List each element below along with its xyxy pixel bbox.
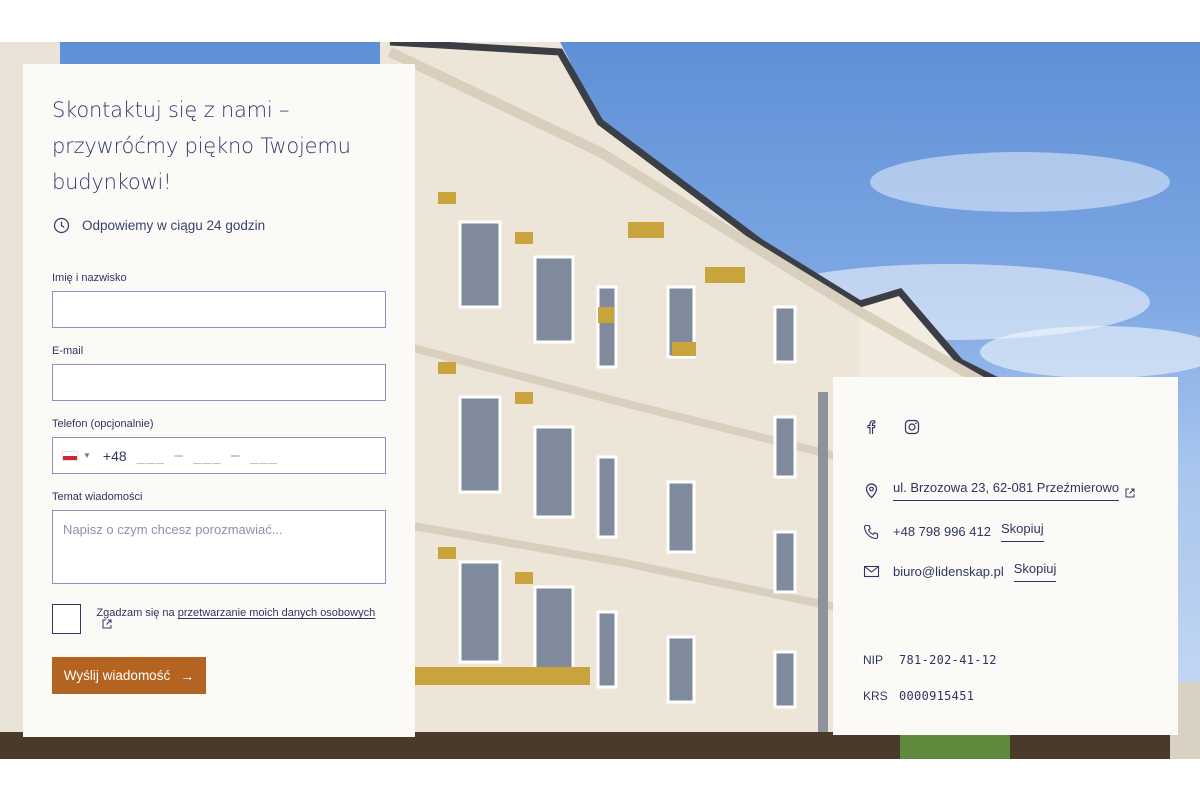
- email-address: biuro@lidenskap.pl: [893, 564, 1004, 579]
- nip-label: NIP: [863, 653, 884, 667]
- consent-prefix: Zgadzam się na: [96, 607, 175, 619]
- chevron-down-icon[interactable]: ▼: [83, 451, 91, 460]
- phone-number: +48 798 996 412: [893, 524, 991, 539]
- company-info-card: ul. Brzozowa 23, 62-081 Przeźmierowo +48…: [833, 377, 1178, 735]
- phone-dial-code: +48: [102, 447, 127, 464]
- response-time-text: Odpowiemy w ciągu 24 godzin: [82, 217, 266, 233]
- message-textarea[interactable]: Napisz o czym chcesz porozmawiać...: [52, 510, 386, 584]
- send-message-button[interactable]: Wyślij wiadomość →: [52, 657, 206, 694]
- phone-icon: [863, 523, 880, 540]
- phone-field[interactable]: ▼ +48 ___ – ___ – ___: [52, 437, 386, 474]
- external-link-icon: [102, 619, 112, 629]
- form-title: Skontaktuj się z nami – przywróćmy piękn…: [52, 98, 351, 194]
- copy-email-button[interactable]: Skopiuj: [1013, 561, 1057, 582]
- krs-value: 0000915451: [899, 689, 975, 703]
- privacy-policy-link[interactable]: przetwarzanie moich danych osobowych: [178, 607, 376, 619]
- response-time: Odpowiemy w ciągu 24 godzin: [52, 214, 385, 236]
- phone-label: Telefon (opcjonalnie): [52, 418, 154, 430]
- consent-text: Zgadzam się na przetwarzanie moich danyc…: [96, 607, 385, 631]
- consent-row: Zgadzam się na przetwarzanie moich danyc…: [52, 604, 385, 634]
- phone-row: +48 798 996 412 Skopiuj: [863, 521, 1044, 542]
- krs-label: KRS: [863, 689, 888, 703]
- name-field[interactable]: [52, 291, 386, 328]
- clock-icon: [53, 217, 70, 234]
- email-row: biuro@lidenskap.pl Skopiuj: [863, 561, 1057, 582]
- copy-phone-button[interactable]: Skopiuj: [1000, 521, 1044, 542]
- contact-form-card: Skontaktuj się z nami – przywróćmy piękn…: [23, 64, 415, 737]
- map-pin-icon: [863, 482, 880, 499]
- consent-checkbox[interactable]: [52, 604, 82, 634]
- social-links: [864, 419, 920, 435]
- arrow-right-icon: →: [180, 667, 195, 684]
- name-label: Imię i nazwisko: [52, 272, 127, 284]
- instagram-icon[interactable]: [904, 419, 920, 435]
- email-label: E-mail: [52, 345, 84, 357]
- poland-flag-icon[interactable]: [62, 450, 78, 461]
- facebook-icon[interactable]: [864, 419, 878, 435]
- address-link[interactable]: ul. Brzozowa 23, 62-081 Przeźmierowo: [893, 480, 1120, 501]
- external-link-icon: [1125, 486, 1135, 497]
- topic-label: Temat wiadomości: [52, 491, 143, 503]
- nip-value: 781-202-41-12: [899, 653, 997, 667]
- krs-row: KRS 0000915451: [863, 689, 974, 703]
- phone-input-mask[interactable]: ___ – ___ – ___: [137, 448, 278, 464]
- send-button-label: Wyślij wiadomość: [63, 668, 171, 683]
- nip-row: NIP 781-202-41-12: [863, 653, 997, 667]
- address-row: ul. Brzozowa 23, 62-081 Przeźmierowo: [863, 480, 1135, 501]
- email-field[interactable]: [52, 364, 386, 401]
- mail-icon: [863, 563, 880, 580]
